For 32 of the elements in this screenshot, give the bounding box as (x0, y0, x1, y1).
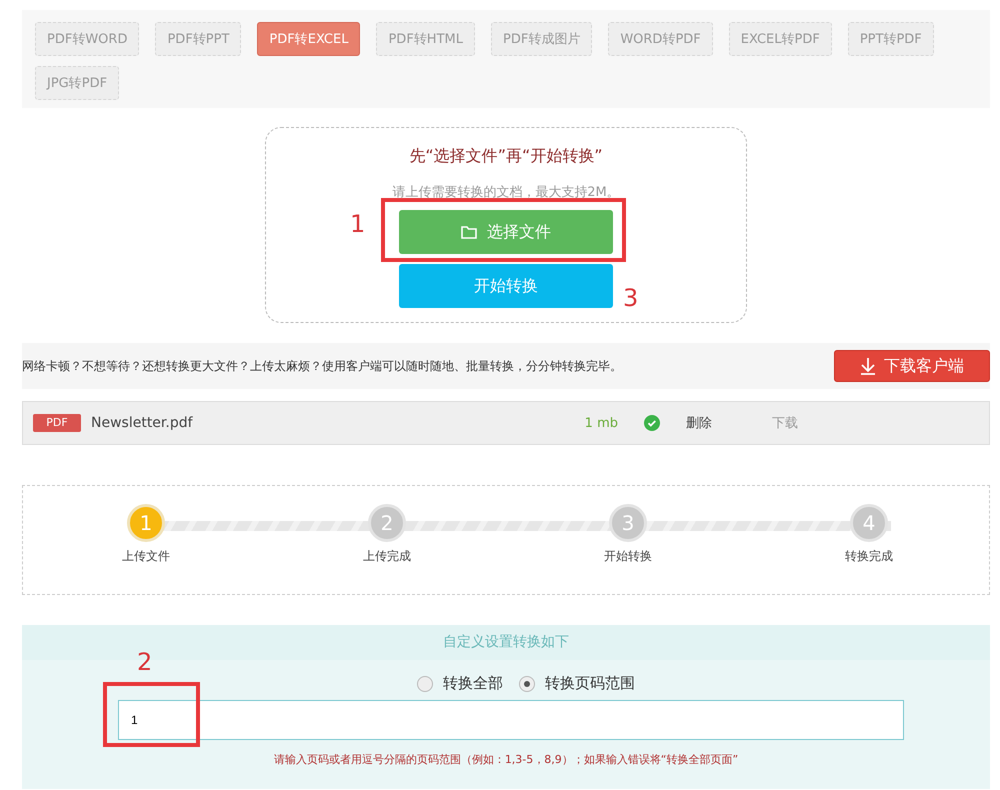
step-circle: 1 (127, 504, 165, 542)
annotation-number: 1 (350, 212, 366, 236)
tab[interactable]: PDF转EXCEL (257, 22, 360, 56)
promo-text: 网络卡顿？不想等待？还想转换更大文件？上传太麻烦？使用客户端可以随时随地、批量转换，分分钟转换完毕。 (22, 358, 622, 374)
annotation-number: 3 (623, 286, 638, 310)
step-label: 上传文件 (122, 548, 170, 565)
step-label: 上传完成 (363, 548, 411, 565)
file-type-badge: PDF (33, 414, 81, 432)
radio-option[interactable]: 转换页码范围 (519, 674, 635, 693)
tab[interactable]: PDF转成图片 (490, 22, 592, 56)
tab[interactable]: WORD转PDF (608, 22, 713, 56)
step-label: 开始转换 (604, 548, 652, 565)
upload-hint: 请上传需要转换的文档，最大支持2M。 (392, 184, 620, 201)
folder-icon (461, 225, 477, 239)
tab[interactable]: JPG转PDF (35, 66, 120, 100)
choose-file-button[interactable]: 选择文件 (399, 210, 613, 254)
page-range-input[interactable]: 1 (118, 700, 904, 740)
file-size: 1 mb (584, 416, 618, 430)
upload-title: 先“选择文件”再“开始转换” (409, 146, 603, 167)
tab[interactable]: EXCEL转PDF (728, 22, 832, 56)
step-label: 转换完成 (845, 548, 893, 565)
download-icon (860, 357, 876, 375)
tab[interactable]: PDF转WORD (35, 22, 140, 56)
tab[interactable]: PDF转HTML (376, 22, 475, 56)
radio-option[interactable]: 转换全部 (417, 674, 503, 693)
tab[interactable]: PPT转PDF (848, 22, 934, 56)
tab[interactable]: PDF转PPT (155, 22, 242, 56)
start-convert-button[interactable]: 开始转换 (399, 264, 613, 308)
file-name: Newsletter.pdf (91, 415, 194, 431)
download-client-button[interactable]: 下载客户端 (834, 350, 990, 382)
delete-link[interactable]: 删除 (686, 414, 712, 432)
settings-hint: 请输入页码或者用逗号分隔的页码范围（例如：1,3-5，8,9）；如果输入错误将“转换全部页面” (272, 752, 740, 767)
